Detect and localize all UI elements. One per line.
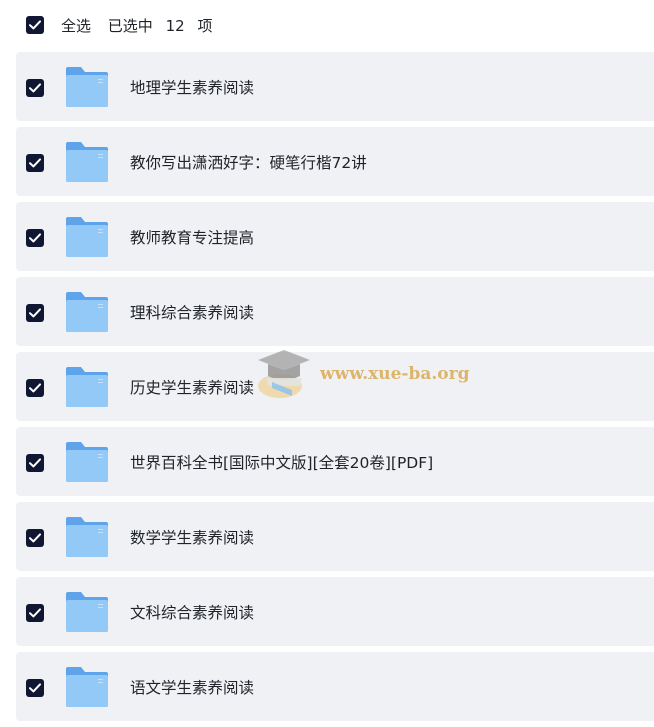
folder-icon bbox=[66, 291, 108, 332]
check-icon bbox=[29, 682, 41, 692]
item-checkbox[interactable] bbox=[26, 228, 44, 247]
item-label: 地理学生素养阅读 bbox=[130, 78, 255, 97]
item-checkbox[interactable] bbox=[26, 603, 44, 622]
select-all-label[interactable]: 全选 bbox=[61, 17, 91, 35]
item-checkbox[interactable] bbox=[26, 303, 44, 322]
folder-icon bbox=[66, 366, 108, 407]
check-icon bbox=[29, 82, 41, 92]
item-checkbox[interactable] bbox=[26, 78, 44, 97]
check-icon bbox=[29, 232, 41, 242]
folder-icon bbox=[66, 141, 108, 182]
item-label: 教你写出潇洒好字：硬笔行楷72讲 bbox=[130, 153, 367, 172]
check-icon bbox=[29, 382, 41, 392]
folder-icon bbox=[66, 591, 108, 632]
item-label: 世界百科全书[国际中文版][全套20卷][PDF] bbox=[130, 453, 434, 472]
item-label: 文科综合素养阅读 bbox=[130, 603, 255, 622]
item-label: 教师教育专注提高 bbox=[130, 228, 255, 247]
check-icon bbox=[29, 20, 41, 30]
selected-count: 12 bbox=[165, 16, 185, 35]
folder-icon bbox=[66, 441, 108, 482]
selection-summary: 全选 已选中 12 项 bbox=[61, 15, 218, 36]
list-item[interactable]: 语文学生素养阅读 bbox=[16, 652, 654, 721]
check-icon bbox=[29, 457, 41, 467]
folder-icon bbox=[66, 516, 108, 557]
item-label: 历史学生素养阅读 bbox=[130, 378, 255, 397]
folder-icon bbox=[66, 666, 108, 707]
list-item[interactable]: 文科综合素养阅读 bbox=[16, 577, 654, 646]
check-icon bbox=[29, 157, 41, 167]
list-item[interactable]: 教你写出潇洒好字：硬笔行楷72讲 bbox=[16, 127, 654, 196]
select-all-checkbox[interactable] bbox=[26, 16, 44, 34]
item-checkbox[interactable] bbox=[26, 528, 44, 547]
list-item[interactable]: 理科综合素养阅读 bbox=[16, 277, 654, 346]
folder-icon bbox=[66, 216, 108, 257]
list-item[interactable]: 数学学生素养阅读 bbox=[16, 502, 654, 571]
selected-prefix: 已选中 bbox=[107, 16, 153, 35]
item-label: 语文学生素养阅读 bbox=[130, 678, 255, 697]
folder-icon bbox=[66, 66, 108, 107]
check-icon bbox=[29, 307, 41, 317]
item-label: 理科综合素养阅读 bbox=[130, 303, 255, 322]
item-label: 数学学生素养阅读 bbox=[130, 528, 255, 547]
list-item[interactable]: 世界百科全书[国际中文版][全套20卷][PDF] bbox=[16, 427, 654, 496]
file-list: 地理学生素养阅读 教你写出潇洒好字：硬笔行楷72讲 教师教育专注提高 理科综合素… bbox=[16, 52, 654, 727]
item-checkbox[interactable] bbox=[26, 678, 44, 697]
check-icon bbox=[29, 532, 41, 542]
select-all-bar: 全选 已选中 12 项 bbox=[0, 0, 654, 50]
selected-suffix: 项 bbox=[197, 16, 213, 35]
list-item[interactable]: 地理学生素养阅读 bbox=[16, 52, 654, 121]
item-checkbox[interactable] bbox=[26, 153, 44, 172]
item-checkbox[interactable] bbox=[26, 378, 44, 397]
list-item[interactable]: 教师教育专注提高 bbox=[16, 202, 654, 271]
list-item[interactable]: 历史学生素养阅读 bbox=[16, 352, 654, 421]
check-icon bbox=[29, 607, 41, 617]
item-checkbox[interactable] bbox=[26, 453, 44, 472]
